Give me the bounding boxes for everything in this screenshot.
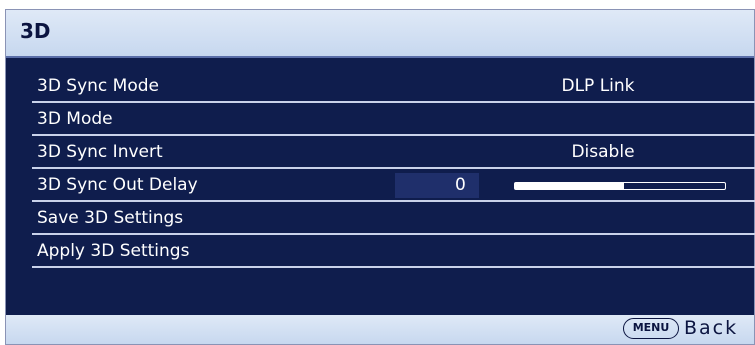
osd-window: 3D 3D Sync Mode DLP Link 3D Mode 3D Sync… xyxy=(5,9,755,345)
delay-value-box: 0 xyxy=(395,173,479,198)
menu-item-label: 3D Mode xyxy=(37,109,113,129)
menu-item-value: DLP Link xyxy=(561,76,635,96)
menu-item-3d-sync-out-delay[interactable]: 3D Sync Out Delay 0 xyxy=(32,171,755,202)
menu-item-3d-sync-mode[interactable]: 3D Sync Mode DLP Link xyxy=(32,72,755,103)
menu-item-label: Apply 3D Settings xyxy=(37,241,190,261)
footer-bar: MENU Back xyxy=(6,315,754,344)
menu-item-label: 3D Sync Invert xyxy=(37,142,163,162)
menu-key-icon: MENU xyxy=(623,318,679,339)
menu-item-3d-sync-invert[interactable]: 3D Sync Invert Disable xyxy=(32,138,755,169)
settings-menu: 3D Sync Mode DLP Link 3D Mode 3D Sync In… xyxy=(32,72,755,270)
menu-item-apply-3d-settings[interactable]: Apply 3D Settings xyxy=(32,237,755,268)
menu-item-3d-mode[interactable]: 3D Mode xyxy=(32,105,755,136)
menu-item-label: 3D Sync Mode xyxy=(37,76,160,96)
back-button[interactable]: Back xyxy=(684,317,738,339)
delay-value: 0 xyxy=(455,175,466,195)
delay-slider-fill xyxy=(515,183,625,189)
menu-item-value: Disable xyxy=(571,142,635,162)
menu-item-label: Save 3D Settings xyxy=(37,208,184,228)
menu-item-label: 3D Sync Out Delay xyxy=(37,175,198,195)
title-bar: 3D xyxy=(6,10,754,58)
page-title: 3D xyxy=(20,19,51,43)
menu-item-save-3d-settings[interactable]: Save 3D Settings xyxy=(32,204,755,235)
delay-slider[interactable] xyxy=(514,182,726,190)
